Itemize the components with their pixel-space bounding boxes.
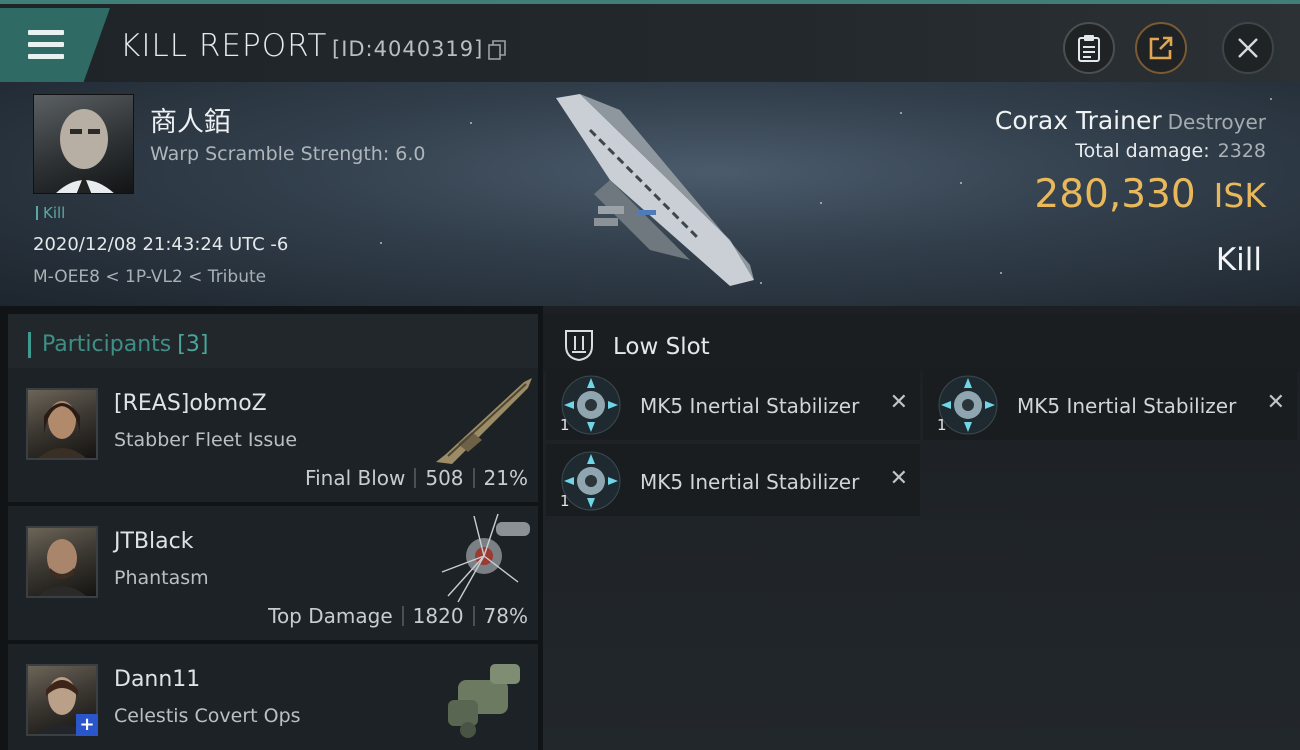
stat-percent: 21%: [483, 466, 528, 490]
stat-divider: [401, 606, 404, 626]
participant-ship-image[interactable]: [428, 512, 538, 604]
stat-divider: [414, 468, 417, 488]
stat-divider: [472, 468, 475, 488]
victim-ship-image[interactable]: [550, 90, 760, 290]
stat-percent: 78%: [483, 604, 528, 628]
hamburger-icon: [28, 30, 64, 60]
header-accent: [28, 332, 31, 358]
low-slot-title: Low Slot: [613, 334, 710, 360]
participants-header: Participants [3]: [8, 314, 538, 372]
kill-tag: Kill: [36, 204, 65, 222]
destroyed-icon: ✕: [1266, 390, 1285, 415]
module-item[interactable]: 1 MK5 Inertial Stabilizer ✕: [923, 368, 1297, 440]
warp-scramble-strength: Warp Scramble Strength: 6.0: [150, 143, 426, 165]
participant-name: Dann11: [114, 667, 201, 692]
victim-ship[interactable]: Corax Trainer Destroyer: [995, 106, 1266, 135]
module-quantity: 1: [937, 416, 947, 434]
isk-amount: 280,330: [1034, 172, 1196, 217]
module-quantity: 1: [560, 416, 570, 434]
victim-name: 商人銆: [150, 107, 231, 138]
stat-divider: [472, 606, 475, 626]
total-damage-value: 2328: [1217, 140, 1266, 162]
total-damage-label: Total damage:: [1075, 140, 1210, 162]
low-slot-panel: Low Slot 1 MK5 Inertial Stabilizer ✕ 1 M…: [543, 306, 1300, 750]
plus-badge-icon: +: [76, 714, 98, 736]
participant-name: [REAS]obmoZ: [114, 391, 267, 416]
ship-class: Destroyer: [1167, 110, 1266, 134]
stat-damage: 508: [425, 466, 464, 490]
copy-icon[interactable]: [488, 40, 506, 60]
share-icon: [1149, 36, 1173, 60]
clipboard-button[interactable]: [1063, 22, 1115, 74]
isk-unit: ISK: [1213, 176, 1266, 215]
participants-title: Participants: [42, 332, 172, 357]
total-damage: Total damage: 2328: [1075, 140, 1266, 162]
close-button[interactable]: [1222, 22, 1274, 74]
header-bar: KILL REPORT [ID:4040319]: [0, 0, 1300, 82]
victim-portrait[interactable]: [33, 94, 134, 194]
participant-card[interactable]: [REAS]obmoZ Stabber Fleet Issue Final Bl…: [8, 368, 538, 502]
participant-ship-image[interactable]: [428, 374, 538, 466]
ship-name: Corax Trainer: [994, 106, 1162, 135]
module-name: MK5 Inertial Stabilizer: [640, 470, 860, 494]
stat-label: Final Blow: [305, 466, 406, 490]
participants-title-row: Participants [3]: [42, 332, 208, 357]
low-slot-header: Low Slot: [543, 314, 1300, 372]
participant-card[interactable]: JTBlack Phantasm Top Damage 1820 78%: [8, 506, 538, 640]
close-icon: [1238, 38, 1258, 58]
share-button[interactable]: [1135, 22, 1187, 74]
module-item[interactable]: 1 MK5 Inertial Stabilizer ✕: [546, 444, 920, 516]
participant-ship: Phantasm: [114, 567, 209, 589]
clipboard-icon: [1078, 35, 1100, 62]
kill-date: 2020/12/08 21:43:24 UTC -6: [33, 234, 289, 255]
participant-card[interactable]: + Dann11 Celestis Covert Ops: [8, 644, 538, 750]
isk-value: 280,330 ISK: [1034, 172, 1266, 217]
participant-name: JTBlack: [114, 529, 194, 554]
module-name: MK5 Inertial Stabilizer: [640, 394, 860, 418]
destroyed-icon: ✕: [889, 390, 908, 415]
avatar[interactable]: [26, 388, 98, 460]
module-quantity: 1: [560, 492, 570, 510]
participants-panel: Participants [3] [REAS]obmoZ Stabber Flee…: [0, 306, 543, 750]
stat-damage: 1820: [412, 604, 464, 628]
participant-stats: Top Damage 1820 78%: [268, 604, 528, 628]
report-id: [ID:4040319]: [332, 37, 484, 61]
module-item[interactable]: 1 MK5 Inertial Stabilizer ✕: [546, 368, 920, 440]
victim-summary: 商人銆 Warp Scramble Strength: 6.0 Kill 202…: [0, 82, 1300, 306]
module-name: MK5 Inertial Stabilizer: [1017, 394, 1237, 418]
result-label: Kill: [1215, 242, 1262, 278]
avatar[interactable]: [26, 526, 98, 598]
low-slot-icon: [565, 330, 593, 362]
participant-ship: Stabber Fleet Issue: [114, 429, 298, 451]
page-title: KILL REPORT: [120, 28, 328, 64]
kill-location[interactable]: M-OEE8 < 1P-VL2 < Tribute: [33, 267, 266, 287]
participant-ship: Celestis Covert Ops: [114, 705, 301, 727]
stat-label: Top Damage: [268, 604, 393, 628]
participants-count: [3]: [177, 332, 209, 357]
participant-ship-image[interactable]: [428, 650, 538, 742]
menu-button[interactable]: [0, 8, 110, 82]
destroyed-icon: ✕: [889, 466, 908, 491]
participant-stats: Final Blow 508 21%: [305, 466, 528, 490]
